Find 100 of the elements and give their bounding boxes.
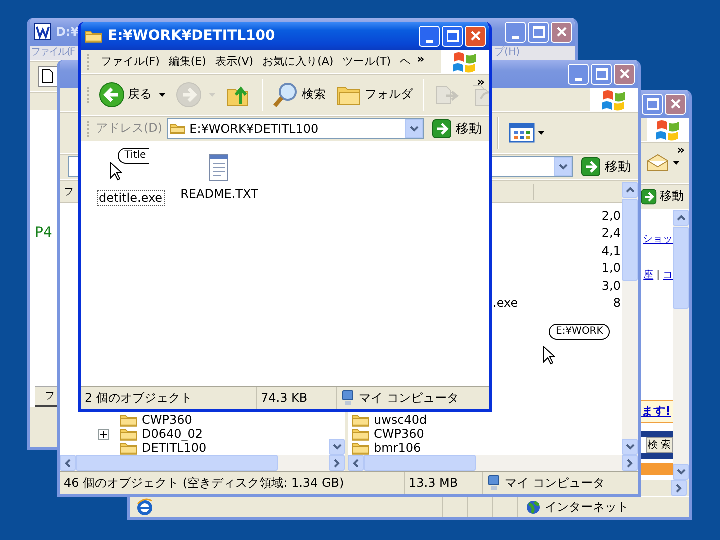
status-text: マイ コンピュータ [505, 474, 605, 492]
new-document-button[interactable] [38, 66, 58, 86]
folder-icon [170, 122, 186, 135]
folder-icon [120, 441, 138, 455]
menu-chevron[interactable]: » [417, 53, 425, 65]
document-w-icon [34, 23, 52, 41]
chevron-down-icon [626, 444, 634, 450]
chevron-up-icon [676, 215, 686, 221]
close-button[interactable] [665, 94, 686, 114]
scroll-right-button[interactable] [622, 455, 638, 471]
tooltip: E:¥WORK [549, 324, 610, 340]
address-label: アドレス(D) [96, 120, 163, 137]
chevron-down-icon [332, 444, 342, 450]
scroll-right-button[interactable] [671, 480, 687, 496]
link[interactable]: コ [663, 268, 673, 282]
caret-icon [538, 130, 545, 134]
window-title: E:¥WORK¥DETITL100 [108, 28, 276, 44]
go-button[interactable]: 移動 [428, 118, 486, 138]
menu-item[interactable]: お気に入り(A) [262, 54, 334, 69]
grid-view-icon [509, 122, 535, 142]
minimize-icon [512, 36, 519, 38]
scroll-down-button[interactable] [329, 439, 345, 455]
scroll-up-button[interactable] [622, 182, 638, 198]
computer-icon [341, 390, 355, 406]
maximize-button[interactable] [528, 22, 549, 42]
close-button[interactable] [551, 22, 572, 42]
file-size: 3,0 [602, 278, 622, 293]
chevron-down-icon [676, 469, 686, 475]
toolbar-chevron[interactable]: » [477, 76, 485, 88]
scrollbar-thumb[interactable] [76, 455, 278, 471]
link[interactable]: 座 [644, 268, 654, 282]
file-item[interactable]: uwsc40d [352, 413, 622, 427]
maximize-icon [596, 68, 608, 80]
tree-item[interactable]: DETITL100 [120, 441, 329, 455]
toolbar-chevron[interactable]: » [677, 144, 685, 156]
file-size: 8 [613, 296, 622, 310]
maximize-button[interactable] [642, 94, 663, 114]
window-logo-icon [452, 50, 478, 72]
scroll-left-button[interactable] [348, 455, 364, 471]
file-size: 2,4 [602, 226, 622, 240]
menu-item[interactable]: 表示(V) [215, 54, 254, 69]
file-name[interactable]: README.TXT [178, 186, 260, 202]
chevron-down-icon [558, 164, 568, 170]
search-button[interactable]: 検 索 [646, 437, 673, 453]
scrollbar-thumb[interactable] [364, 455, 476, 471]
file-name[interactable]: detitle.exe [97, 190, 165, 206]
address-field[interactable]: E:¥WORK¥DETITL100 [166, 118, 424, 139]
close-button[interactable] [465, 26, 486, 46]
status-text: 74.3 KB [261, 391, 308, 405]
scroll-up-button[interactable] [673, 210, 689, 226]
scroll-down-button[interactable] [622, 439, 638, 455]
scrollbar-thumb[interactable] [673, 227, 689, 309]
scroll-right-button[interactable] [329, 455, 345, 471]
page-text: P4 [35, 225, 54, 241]
menu-item[interactable]: ファイル(F) [101, 54, 160, 69]
menu-item[interactable]: 編集(E) [168, 54, 206, 69]
file-size: 1,0 [602, 261, 622, 276]
file-item[interactable]: CWP360 [352, 427, 622, 441]
folder-icon [120, 427, 138, 441]
scrollbar-thumb[interactable] [622, 199, 638, 281]
minimize-button[interactable] [568, 64, 589, 84]
dropdown-button[interactable] [405, 119, 423, 138]
minimize-button[interactable] [419, 26, 440, 46]
zone-label: インターネット [545, 498, 629, 516]
chevron-right-icon [334, 458, 340, 468]
maximize-icon [446, 30, 458, 42]
vertical-scrollbar[interactable] [673, 210, 689, 480]
sheet-tab[interactable]: フ [45, 389, 55, 403]
back-button[interactable]: 戻る [96, 80, 169, 110]
link[interactable]: ショッ [643, 232, 673, 246]
close-icon [470, 31, 480, 41]
tree-item[interactable]: D0640_02 [120, 427, 329, 441]
horizontal-scrollbar[interactable] [348, 455, 638, 471]
close-button[interactable] [614, 64, 635, 84]
speech-balloon[interactable]: Title [118, 148, 150, 164]
link[interactable]: ます! [642, 403, 671, 420]
folder-icon [352, 427, 370, 441]
minimize-button[interactable] [505, 22, 526, 42]
file-item[interactable]: bmr106 [352, 441, 622, 455]
expand-icon[interactable] [98, 428, 109, 440]
maximize-button[interactable] [442, 26, 463, 46]
folder-icon [352, 413, 370, 427]
file-name: .exe [492, 296, 518, 310]
folders-button[interactable]: フォルダ [333, 80, 416, 110]
scroll-left-button[interactable] [60, 455, 76, 471]
search-button[interactable]: 検索 [270, 80, 329, 110]
close-icon [556, 27, 566, 37]
maximize-button[interactable] [591, 64, 612, 84]
scroll-down-button[interactable] [673, 464, 689, 480]
mouse-pointer-icon[interactable] [110, 162, 122, 181]
menu-item[interactable]: ヘ [400, 54, 411, 69]
vertical-scrollbar[interactable] [622, 182, 638, 455]
tree-item[interactable]: CWP360 [120, 413, 329, 427]
go-button[interactable]: 移動 [577, 156, 635, 176]
notepad-icon[interactable] [208, 152, 230, 182]
status-text: 46 個のオブジェクト (空きディスク領域: 1.34 GB) [64, 474, 344, 492]
horizontal-scrollbar[interactable] [60, 455, 345, 471]
maximize-icon [646, 98, 658, 110]
dropdown-button[interactable] [554, 157, 572, 176]
menu-item[interactable]: ツール(T) [342, 54, 391, 69]
